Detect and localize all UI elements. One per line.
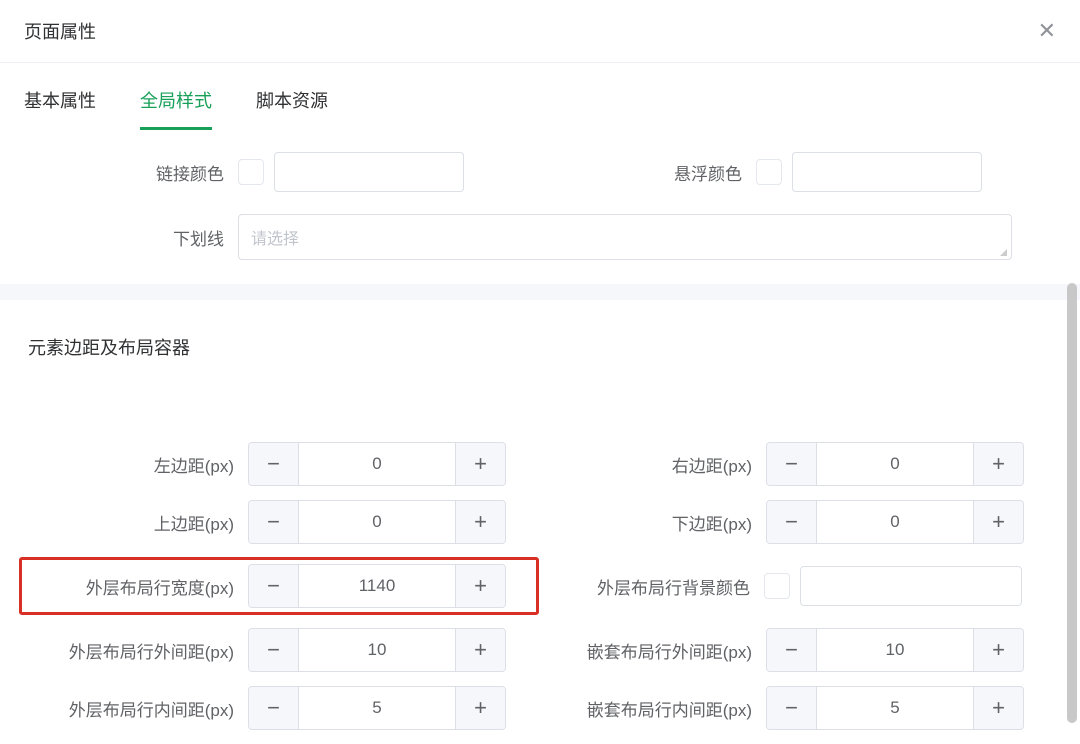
outer-outer-stepper: − + [248, 628, 506, 672]
outer-width-minus[interactable]: − [249, 565, 299, 607]
nested-inner-input[interactable] [817, 687, 973, 729]
link-color-label: 链接颜色 [22, 160, 238, 185]
nested-inner-label: 嵌套布局行内间距(px) [540, 696, 766, 721]
bottom-margin-minus[interactable]: − [767, 501, 817, 543]
top-margin-label: 上边距(px) [22, 510, 248, 535]
tab-global-style[interactable]: 全局样式 [140, 87, 212, 130]
bottom-margin-input[interactable] [817, 501, 973, 543]
top-margin-input[interactable] [299, 501, 455, 543]
left-margin-label: 左边距(px) [22, 452, 248, 477]
outer-outer-label: 外层布局行外间距(px) [22, 638, 248, 663]
underline-label: 下划线 [22, 225, 238, 250]
nested-inner-plus[interactable]: + [973, 687, 1023, 729]
link-color-input[interactable] [274, 152, 464, 192]
hover-color-swatch[interactable] [756, 159, 782, 185]
scrollbar-thumb[interactable] [1067, 283, 1077, 723]
dialog-header: 页面属性 ✕ [0, 0, 1080, 63]
hover-color-input[interactable] [792, 152, 982, 192]
page-properties-dialog: 页面属性 ✕ 基本属性 全局样式 脚本资源 链接颜色 悬浮颜色 下划线 请选择 … [0, 0, 1080, 730]
nested-outer-plus[interactable]: + [973, 629, 1023, 671]
outer-width-highlighted: 外层布局行宽度(px) − + [20, 558, 538, 614]
right-margin-label: 右边距(px) [540, 452, 766, 477]
right-margin-input[interactable] [817, 443, 973, 485]
nested-outer-label: 嵌套布局行外间距(px) [540, 638, 766, 663]
tabs: 基本属性 全局样式 脚本资源 [0, 63, 1080, 130]
nested-inner-minus[interactable]: − [767, 687, 817, 729]
underline-select[interactable]: 请选择 [238, 214, 1012, 260]
bottom-margin-plus[interactable]: + [973, 501, 1023, 543]
outer-width-plus[interactable]: + [455, 565, 505, 607]
nested-outer-input[interactable] [817, 629, 973, 671]
top-margin-stepper: − + [248, 500, 506, 544]
row-underline: 下划线 请选择 [0, 214, 1080, 260]
underline-placeholder: 请选择 [251, 231, 299, 248]
right-margin-plus[interactable]: + [973, 443, 1023, 485]
left-margin-input[interactable] [299, 443, 455, 485]
top-margin-minus[interactable]: − [249, 501, 299, 543]
nested-outer-minus[interactable]: − [767, 629, 817, 671]
tab-script-resources[interactable]: 脚本资源 [256, 87, 328, 130]
outer-bg-swatch[interactable] [764, 573, 790, 599]
left-margin-minus[interactable]: − [249, 443, 299, 485]
bottom-margin-label: 下边距(px) [540, 510, 766, 535]
outer-outer-input[interactable] [299, 629, 455, 671]
right-margin-minus[interactable]: − [767, 443, 817, 485]
left-margin-plus[interactable]: + [455, 443, 505, 485]
outer-width-label: 外层布局行宽度(px) [20, 574, 248, 599]
right-margin-stepper: − + [766, 442, 1024, 486]
outer-bg-input[interactable] [800, 566, 1022, 606]
left-margin-stepper: − + [248, 442, 506, 486]
outer-outer-plus[interactable]: + [455, 629, 505, 671]
row-link-colors: 链接颜色 悬浮颜色 [0, 152, 1080, 192]
nested-outer-stepper: − + [766, 628, 1024, 672]
outer-outer-minus[interactable]: − [249, 629, 299, 671]
outer-inner-input[interactable] [299, 687, 455, 729]
outer-width-input[interactable] [299, 565, 455, 607]
nested-inner-stepper: − + [766, 686, 1024, 730]
outer-inner-label: 外层布局行内间距(px) [22, 696, 248, 721]
dialog-title: 页面属性 [24, 18, 96, 44]
outer-bg-label: 外层布局行背景颜色 [538, 574, 764, 599]
bottom-margin-stepper: − + [766, 500, 1024, 544]
resize-handle-icon [1000, 249, 1007, 256]
tab-basic[interactable]: 基本属性 [24, 87, 96, 130]
close-icon[interactable]: ✕ [1038, 20, 1056, 42]
hover-color-label: 悬浮颜色 [540, 160, 756, 185]
link-color-swatch[interactable] [238, 159, 264, 185]
outer-inner-stepper: − + [248, 686, 506, 730]
outer-inner-plus[interactable]: + [455, 687, 505, 729]
outer-width-stepper: − + [248, 564, 506, 608]
outer-inner-minus[interactable]: − [249, 687, 299, 729]
top-margin-plus[interactable]: + [455, 501, 505, 543]
section-title-layout: 元素边距及布局容器 [0, 300, 1080, 372]
